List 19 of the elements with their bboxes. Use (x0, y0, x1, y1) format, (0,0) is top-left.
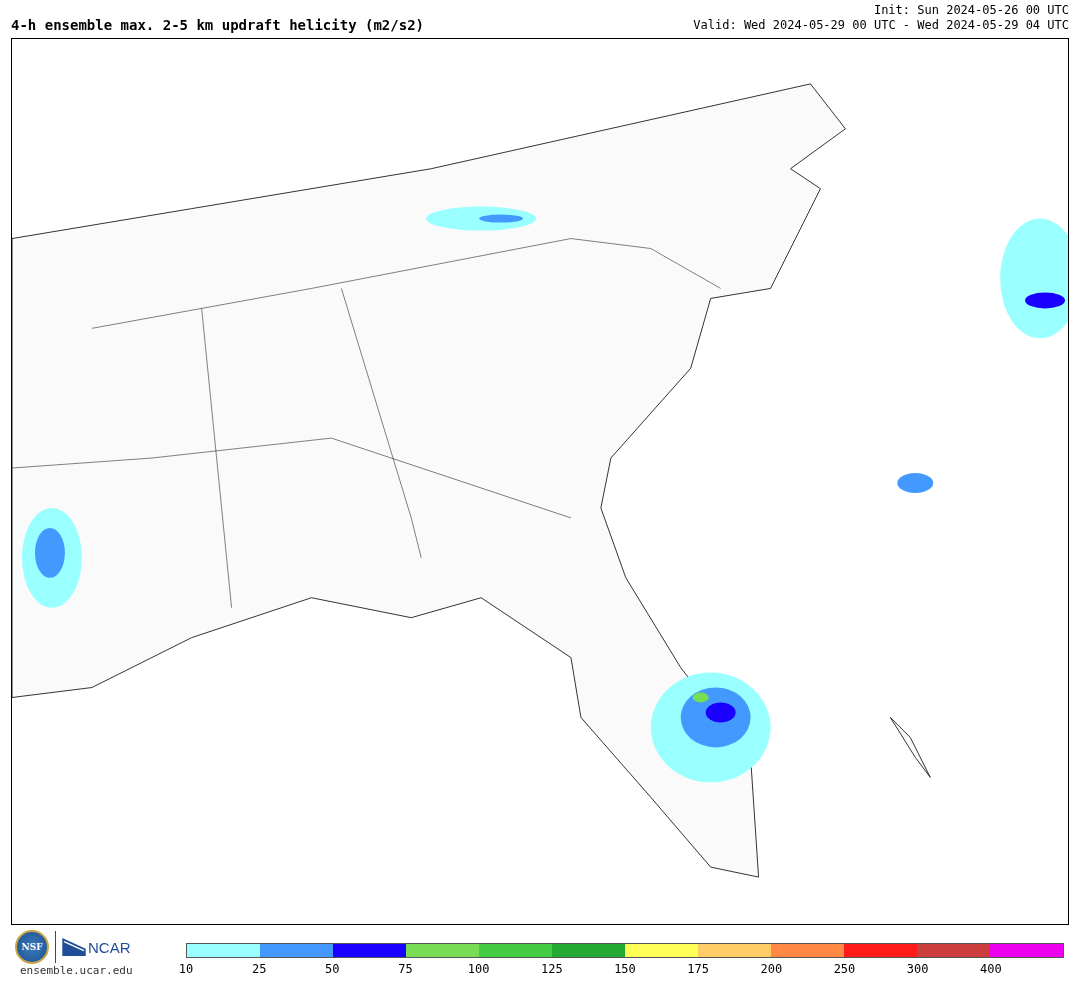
valid-time: Valid: Wed 2024-05-29 00 UTC - Wed 2024-05-29 04 UTC (693, 18, 1069, 33)
colorbar-label: 125 (541, 962, 563, 976)
chart-title: 4-h ensemble max. 2-5 km updraft helicity (m2/s2) (11, 17, 424, 33)
colorbar-label: 10 (178, 962, 194, 976)
colorbar-label: 200 (760, 962, 783, 976)
init-time: Init: Sun 2024-05-26 00 UTC (873, 3, 1069, 18)
colorbar-label: 300 (906, 962, 929, 976)
colorbar-label: 150 (614, 962, 636, 976)
nsf-logo: NSF (15, 930, 49, 964)
colorbar-label: 75 (398, 962, 413, 976)
colorbar-label: 250 (833, 962, 856, 976)
colorbar-label: 50 (325, 962, 340, 976)
colorbar-label: 175 (687, 962, 709, 976)
swoosh-icon (62, 938, 86, 956)
ncar-logo: NCAR (88, 938, 131, 956)
colorbar-label: 25 (251, 962, 267, 976)
site-url: ensemble.ucar.edu (19, 964, 133, 977)
colorbar-label: 100 (467, 962, 490, 976)
colorbar-label: 400 (980, 962, 1002, 976)
